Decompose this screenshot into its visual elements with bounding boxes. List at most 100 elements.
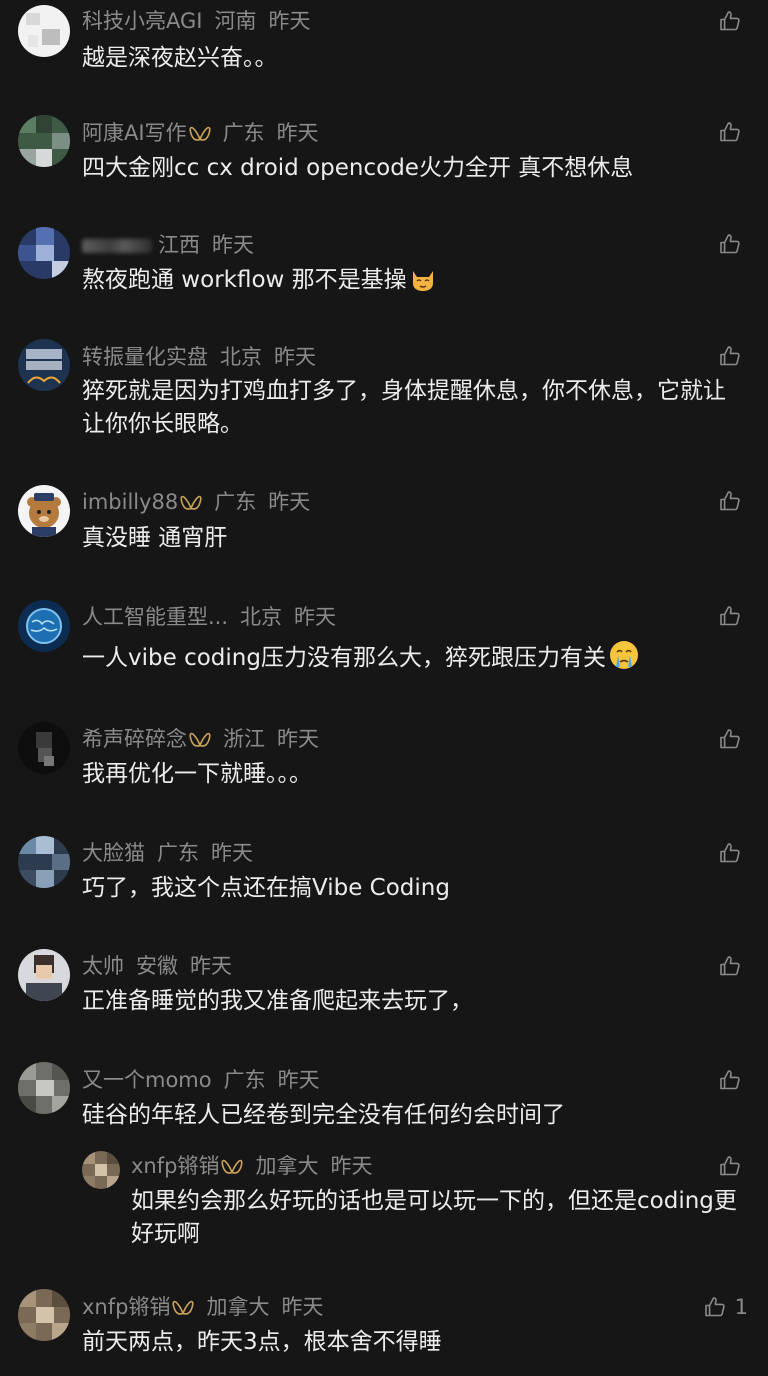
comment-meta: 希声碎碎念 浙江 昨天: [82, 724, 319, 754]
comment-text-content: 一人vibe coding压力没有那么大，猝死跟压力有关: [82, 645, 606, 671]
comment-meta: 阿康AI写作 广东 昨天: [82, 118, 319, 148]
region-label: 加拿大: [206, 1295, 270, 1319]
username[interactable]: [82, 239, 152, 253]
comment-meta: xnfp锵销 加拿大 昨天: [131, 1151, 372, 1181]
timestamp: 昨天: [281, 1295, 324, 1319]
timestamp: 昨天: [190, 954, 232, 978]
like-button[interactable]: [718, 1068, 742, 1092]
avatar[interactable]: [18, 722, 70, 774]
like-button[interactable]: [718, 841, 742, 865]
region-label: 浙江: [223, 727, 265, 751]
region-label: 安徽: [136, 954, 178, 978]
butterfly-badge-icon: [189, 125, 211, 143]
comment-text: 熬夜跑通 workflow 那不是基操: [82, 264, 742, 297]
butterfly-badge-icon: [189, 731, 211, 749]
like-button[interactable]: [718, 120, 742, 144]
thumbs-up-icon: [718, 120, 742, 144]
comment-text: 四大金刚cc cx droid opencode火力全开 真不想休息: [82, 155, 634, 181]
comment-meta: 太帅 安徽 昨天: [82, 951, 232, 981]
username[interactable]: xnfp锵销: [82, 1295, 170, 1319]
butterfly-badge-icon: [221, 1158, 243, 1176]
thumbs-up-icon: [718, 954, 742, 978]
thumbs-up-icon: [718, 1068, 742, 1092]
comment-meta: xnfp锵销 加拿大 昨天: [82, 1292, 323, 1322]
region-label: 北京: [220, 345, 262, 369]
region-label: 江西: [158, 233, 200, 257]
region-label: 加拿大: [255, 1154, 319, 1178]
thumbs-up-icon: [718, 841, 742, 865]
thumbs-up-icon: [703, 1295, 727, 1319]
avatar[interactable]: [18, 339, 70, 391]
timestamp: 昨天: [330, 1154, 373, 1178]
like-button[interactable]: [718, 1154, 742, 1178]
like-button[interactable]: [718, 727, 742, 751]
comment-text: 如果约会那么好玩的话也是可以玩一下的，但还是coding更好玩啊: [131, 1188, 737, 1247]
timestamp: 昨天: [277, 727, 319, 751]
timestamp: 昨天: [212, 233, 254, 257]
username[interactable]: 希声碎碎念: [82, 727, 187, 751]
region-label: 北京: [240, 605, 283, 629]
crying-face-emoji: [609, 641, 638, 669]
comment-meta: 转振量化实盘 北京 昨天: [82, 342, 316, 372]
avatar[interactable]: [18, 485, 70, 537]
avatar[interactable]: [18, 836, 70, 888]
thumbs-up-icon: [718, 344, 742, 368]
comment-meta: imbilly88 广东 昨天: [82, 487, 310, 517]
username[interactable]: 转振量化实盘: [82, 345, 208, 369]
comment-text: 巧了，我这个点还在搞Vibe Coding: [82, 875, 450, 901]
region-label: 广东: [222, 121, 265, 145]
comment-meta: 大脸猫 广东 昨天: [82, 838, 253, 868]
like-button[interactable]: [718, 954, 742, 978]
timestamp: 昨天: [268, 490, 311, 514]
comment-text: 硅谷的年轻人已经卷到完全没有任何约会时间了: [82, 1102, 565, 1128]
like-button[interactable]: [718, 344, 742, 368]
butterfly-badge-icon: [180, 494, 202, 512]
avatar[interactable]: [18, 949, 70, 1001]
like-button[interactable]: [718, 9, 742, 33]
like-button[interactable]: [718, 604, 742, 628]
thumbs-up-icon: [718, 1154, 742, 1178]
comment-text: 真没睡 通宵肝: [82, 525, 228, 551]
avatar[interactable]: [18, 5, 70, 57]
username[interactable]: 太帅: [82, 954, 124, 978]
timestamp: 昨天: [274, 345, 316, 369]
comment-text: 正准备睡觉的我又准备爬起来去玩了，: [82, 988, 473, 1014]
comment-text: 越是深夜赵兴奋。。: [82, 45, 278, 71]
thumbs-up-icon: [718, 604, 742, 628]
avatar[interactable]: [18, 1062, 70, 1114]
avatar[interactable]: [18, 600, 70, 652]
region-label: 广东: [223, 1068, 266, 1092]
like-button[interactable]: 1: [703, 1295, 748, 1319]
comment-text: 猝死就是因为打鸡血打多了，身体提醒休息，你不休息，它就让让你你长眼略。: [82, 378, 726, 437]
comment-meta: 人工智能重型... 北京 昨天: [82, 602, 336, 632]
thumbs-up-icon: [718, 489, 742, 513]
region-label: 河南: [214, 9, 257, 33]
thumbs-up-icon: [718, 9, 742, 33]
username[interactable]: 科技小亮AGI: [82, 9, 202, 33]
comment-meta: 科技小亮AGI 河南 昨天: [82, 6, 310, 36]
username[interactable]: imbilly88: [82, 490, 178, 514]
username[interactable]: 又一个momo: [82, 1068, 212, 1092]
comment-meta: 又一个momo 广东 昨天: [82, 1065, 320, 1095]
timestamp: 昨天: [211, 841, 253, 865]
username[interactable]: 大脸猫: [82, 841, 145, 865]
avatar[interactable]: [82, 1151, 120, 1189]
like-button[interactable]: [718, 489, 742, 513]
avatar[interactable]: [18, 115, 70, 167]
username[interactable]: 阿康AI写作: [82, 121, 187, 145]
comment-text: 前天两点，昨天3点，根本舍不得睡: [82, 1329, 442, 1355]
username[interactable]: xnfp锵销: [131, 1154, 219, 1178]
butterfly-badge-icon: [172, 1299, 194, 1317]
avatar[interactable]: [18, 227, 70, 279]
like-button[interactable]: [718, 232, 742, 256]
thumbs-up-icon: [718, 727, 742, 751]
username[interactable]: 人工智能重型...: [82, 605, 228, 629]
timestamp: 昨天: [277, 1068, 320, 1092]
smirk-cat-emoji: [412, 271, 433, 291]
like-count: 1: [734, 1295, 748, 1319]
avatar[interactable]: [18, 1289, 70, 1341]
comment-meta: 江西 昨天: [82, 230, 254, 260]
timestamp: 昨天: [268, 9, 311, 33]
region-label: 广东: [157, 841, 199, 865]
thumbs-up-icon: [718, 232, 742, 256]
